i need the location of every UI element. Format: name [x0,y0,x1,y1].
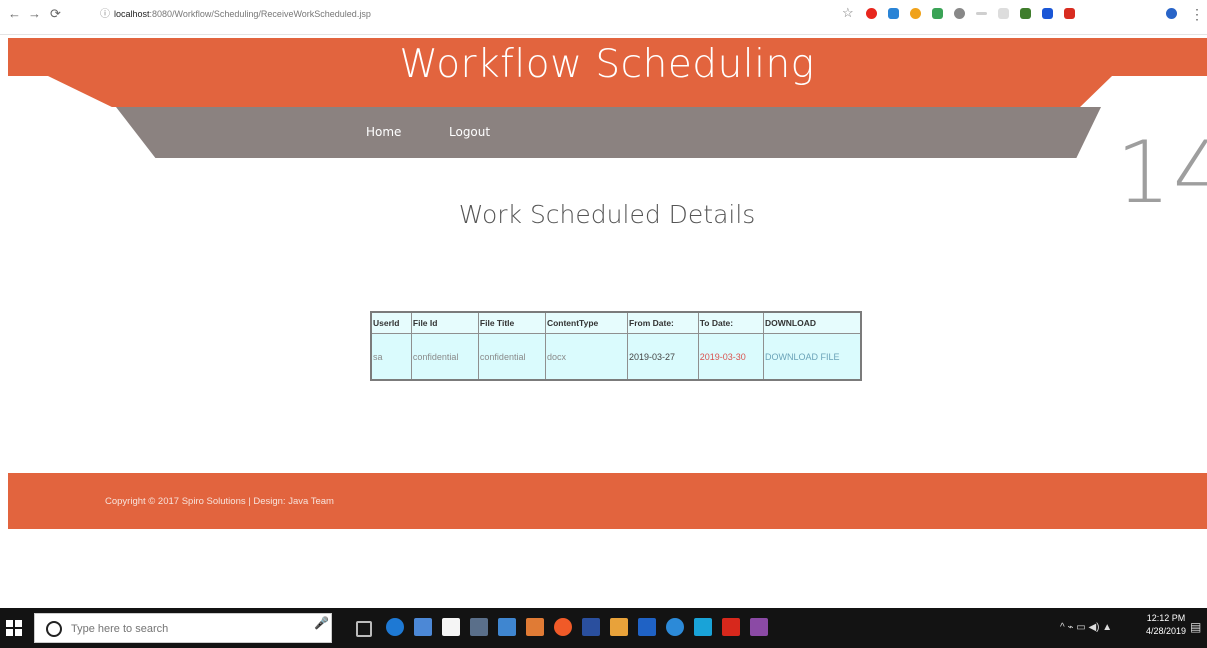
url-path: :8080/Workflow/Scheduling/ReceiveWorkSch… [149,9,371,19]
office-extension-icon[interactable] [1020,8,1031,19]
browser-menu-icon[interactable]: ⋮ [1190,6,1204,23]
cell-file-title: confidential [477,333,546,381]
column-header-file-id: File Id [410,311,479,334]
eclipse-icon[interactable] [610,618,628,636]
grammar-extension-icon[interactable] [932,8,943,19]
windows-taskbar: 🎤 ^ ⌁ ▭ ◀) ▲ 12:12 PM 4/28/2019 ▤ [0,608,1207,648]
column-header-file-title: File Title [477,311,546,334]
video-app-icon[interactable] [582,618,600,636]
taskbar-search-input[interactable] [69,619,293,639]
notes-app-icon[interactable] [638,618,656,636]
app-icon[interactable] [750,618,768,636]
windows-start-icon[interactable] [6,620,22,636]
work-schedule-table: UserId File Id File Title ContentType Fr… [370,311,862,381]
back-icon[interactable]: ← [8,6,21,22]
table-header-row: UserId File Id File Title ContentType Fr… [370,311,862,334]
microphone-icon[interactable]: 🎤 [314,616,329,630]
cell-userid: sa [370,333,412,381]
font-extension-icon[interactable] [998,8,1009,19]
clock-time[interactable]: 12:12 PM [1143,612,1189,625]
task-view-icon[interactable] [356,621,372,637]
honey-extension-icon[interactable] [910,8,921,19]
notification-icon[interactable]: ▤ [1190,620,1201,634]
nav-home-link[interactable]: Home [366,125,401,139]
column-header-to-date: To Date: [697,311,765,334]
address-bar[interactable]: ⓘ localhost:8080/Workflow/Scheduling/Rece… [100,4,820,24]
taskbar-search-box[interactable] [34,613,332,643]
cell-content-type: docx [544,333,629,381]
url-host: localhost [114,9,150,19]
cell-file-id: confidential [410,333,479,381]
store-icon[interactable] [442,618,460,636]
column-header-download: DOWNLOAD [763,311,862,334]
table-row: sa confidential confidential docx 2019-0… [370,333,862,381]
pdf-extension-icon[interactable] [1064,8,1075,19]
firefox-icon[interactable] [554,618,572,636]
info-icon[interactable]: ⓘ [100,9,110,20]
p-extension-icon[interactable] [1042,8,1053,19]
reload-icon[interactable]: ⟳ [50,6,61,22]
navbar [116,107,1101,158]
clock-date[interactable]: 4/28/2019 [1143,625,1189,638]
column-header-userid: UserId [370,311,412,334]
column-header-content-type: ContentType [544,311,629,334]
flash-app-icon[interactable] [694,618,712,636]
chrome-icon[interactable] [666,618,684,636]
file-explorer-icon[interactable] [470,618,488,636]
forward-icon[interactable]: → [28,6,41,22]
opera-extension-icon[interactable] [866,8,877,19]
office-app-icon[interactable] [526,618,544,636]
download-file-link[interactable]: DOWNLOAD FILE [763,333,862,381]
photos-icon[interactable] [498,618,516,636]
lock-extension-icon[interactable] [888,8,899,19]
circle-extension-icon[interactable] [954,8,965,19]
cell-from-date: 2019-03-27 [627,333,699,381]
edge-browser-icon[interactable] [386,618,404,636]
profile-avatar[interactable] [1166,8,1177,19]
system-tray-icons[interactable]: ^ ⌁ ▭ ◀) ▲ [1060,622,1112,633]
chrome-app-icon[interactable] [414,618,432,636]
cell-to-date: 2019-03-30 [697,333,765,381]
browser-toolbar: ← → ⟳ ⓘ localhost:8080/Workflow/Schedulin… [0,0,1207,35]
bookmark-star-icon[interactable]: ☆ [842,5,854,21]
site-title: Workflow Scheduling [399,42,815,87]
minus-extension-icon[interactable] [976,12,987,15]
column-header-from-date: From Date: [627,311,699,334]
acrobat-icon[interactable] [722,618,740,636]
nav-logout-link[interactable]: Logout [449,125,490,139]
copyright-text: Copyright © 2017 Spiro Solutions | Desig… [105,496,334,507]
page-title: Work Scheduled Details [458,200,756,229]
cortana-icon [46,621,62,637]
